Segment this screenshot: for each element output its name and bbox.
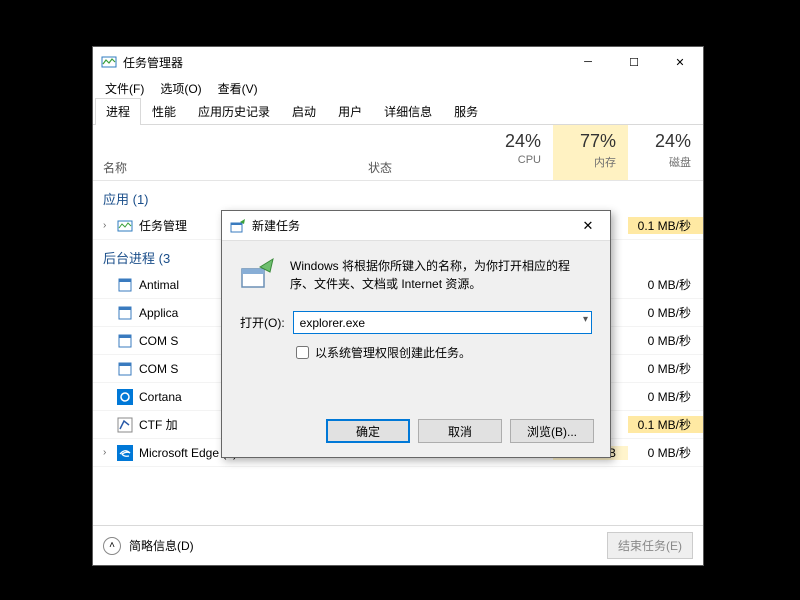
col-disk[interactable]: 24% 磁盘	[628, 125, 703, 180]
footer: ˄ 简略信息(D) 结束任务(E)	[93, 525, 703, 565]
edge-icon	[117, 445, 133, 461]
dialog-message: Windows 将根据你所键入的名称，为你打开相应的程序、文件夹、文档或 Int…	[290, 257, 592, 293]
maximize-button[interactable]: ☐	[611, 47, 657, 77]
tab-app-history[interactable]: 应用历史记录	[187, 98, 281, 125]
cortana-icon	[117, 389, 133, 405]
minimize-button[interactable]: ─	[565, 47, 611, 77]
open-combobox[interactable]: ▾	[293, 311, 592, 334]
cancel-button[interactable]: 取消	[418, 419, 502, 443]
tab-startup[interactable]: 启动	[281, 98, 327, 125]
admin-checkbox[interactable]	[296, 346, 309, 359]
mem-pct: 77%	[553, 131, 616, 152]
disk-value: 0.1 MB/秒	[628, 217, 703, 234]
disk-value: 0.1 MB/秒	[628, 416, 703, 433]
cpu-pct: 24%	[478, 131, 541, 152]
col-name[interactable]: 名称	[93, 125, 368, 180]
tab-details[interactable]: 详细信息	[373, 98, 443, 125]
taskmgr-icon	[101, 54, 117, 70]
app-icon	[117, 305, 133, 321]
chevron-down-icon[interactable]: ▾	[583, 314, 588, 325]
tab-performance[interactable]: 性能	[141, 98, 187, 125]
open-input[interactable]	[293, 311, 592, 334]
titlebar: 任务管理器 ─ ☐ ✕	[93, 47, 703, 77]
menubar: 文件(F) 选项(O) 查看(V)	[93, 77, 703, 99]
disk-value: 0 MB/秒	[628, 388, 703, 405]
column-headers: 名称 状态 24% CPU 77% 内存 24% 磁盘	[93, 125, 703, 181]
tab-bar: 进程 性能 应用历史记录 启动 用户 详细信息 服务	[93, 99, 703, 125]
disk-value: 0 MB/秒	[628, 444, 703, 461]
open-label: 打开(O):	[240, 314, 285, 331]
run-large-icon	[240, 257, 276, 293]
tab-services[interactable]: 服务	[443, 98, 489, 125]
disk-value: 0 MB/秒	[628, 360, 703, 377]
browse-button[interactable]: 浏览(B)...	[510, 419, 594, 443]
dialog-body: Windows 将根据你所键入的名称，为你打开相应的程序、文件夹、文档或 Int…	[222, 241, 610, 371]
chevron-right-icon[interactable]: ›	[103, 220, 117, 231]
app-icon	[117, 361, 133, 377]
tab-processes[interactable]: 进程	[95, 98, 141, 125]
disk-value: 0 MB/秒	[628, 332, 703, 349]
col-mem[interactable]: 77% 内存	[553, 125, 628, 180]
mem-label: 内存	[553, 154, 616, 170]
col-status[interactable]: 状态	[368, 125, 478, 180]
dialog-title: 新建任务	[252, 217, 300, 234]
new-task-dialog: 新建任务 ✕ Windows 将根据你所键入的名称，为你打开相应的程序、文件夹、…	[221, 210, 611, 458]
admin-label: 以系统管理权限创建此任务。	[315, 344, 471, 361]
window-controls: ─ ☐ ✕	[565, 47, 703, 77]
chevron-right-icon[interactable]: ›	[103, 447, 117, 458]
fewer-details[interactable]: 简略信息(D)	[129, 537, 194, 554]
dialog-close-button[interactable]: ✕	[566, 211, 610, 241]
disk-label: 磁盘	[628, 154, 691, 170]
taskmgr-icon	[117, 218, 133, 234]
cpu-label: CPU	[478, 154, 541, 166]
menu-view[interactable]: 查看(V)	[212, 78, 264, 99]
ctf-icon	[117, 417, 133, 433]
menu-file[interactable]: 文件(F)	[99, 78, 150, 99]
dialog-titlebar: 新建任务 ✕	[222, 211, 610, 241]
tab-users[interactable]: 用户	[327, 98, 373, 125]
menu-options[interactable]: 选项(O)	[154, 78, 207, 99]
dialog-buttons: 确定 取消 浏览(B)...	[326, 419, 594, 443]
app-icon	[117, 277, 133, 293]
close-button[interactable]: ✕	[657, 47, 703, 77]
col-cpu[interactable]: 24% CPU	[478, 125, 553, 180]
disk-pct: 24%	[628, 131, 691, 152]
ok-button[interactable]: 确定	[326, 419, 410, 443]
window-title: 任务管理器	[123, 54, 183, 71]
run-icon	[230, 218, 246, 234]
disk-value: 0 MB/秒	[628, 304, 703, 321]
section-apps: 应用 (1)	[93, 181, 703, 212]
app-icon	[117, 333, 133, 349]
disk-value: 0 MB/秒	[628, 276, 703, 293]
chevron-up-icon[interactable]: ˄	[103, 537, 121, 555]
end-task-button[interactable]: 结束任务(E)	[607, 532, 693, 559]
